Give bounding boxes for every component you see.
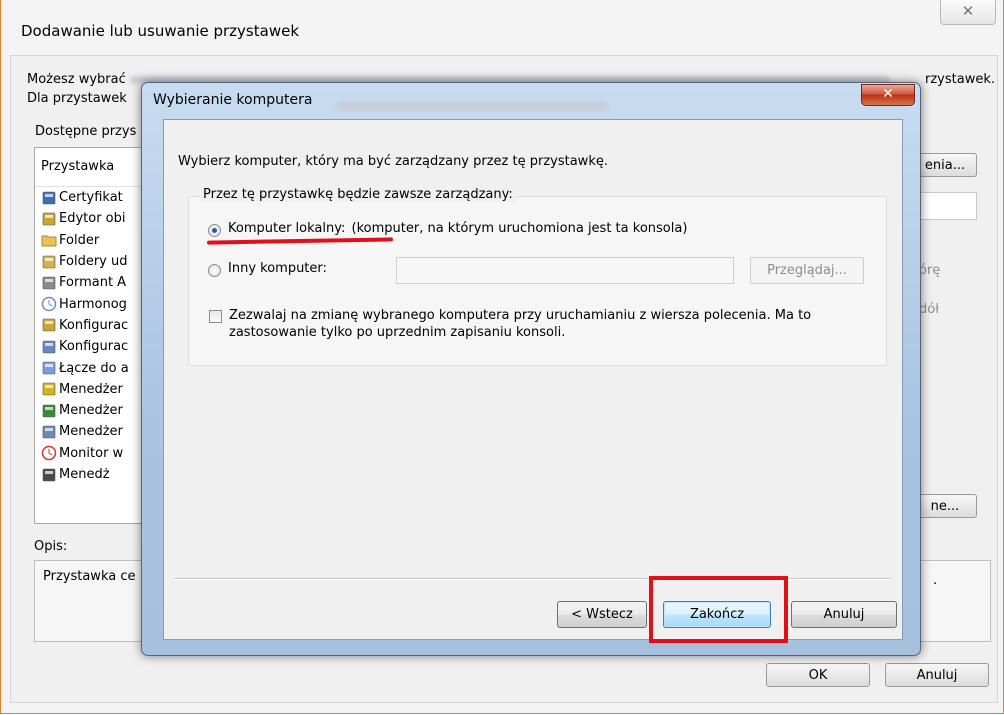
move-down-button[interactable]: dół (919, 302, 939, 317)
editor-icon (41, 211, 57, 227)
intro-line-1: Możesz wybrać (27, 72, 126, 87)
computer-manager-icon (41, 403, 57, 419)
config-analysis-icon (41, 339, 57, 355)
list-item[interactable]: Menedżer (35, 400, 155, 421)
group-legend: Przez tę przystawkę będzie zawsze zarząd… (200, 187, 516, 202)
list-item-label: Harmonog (59, 296, 127, 312)
intro-line-1-tail: rzystawek. (925, 72, 995, 87)
list-item-label: Konfigurac (59, 339, 129, 355)
highlight-box (649, 576, 788, 643)
config-lock-icon (41, 317, 57, 333)
dialog-close-button[interactable]: ✕ (861, 84, 915, 106)
description-label: Opis: (34, 539, 68, 554)
folder-icon (41, 232, 57, 248)
ok-button[interactable]: OK (766, 663, 870, 687)
printer-icon (41, 467, 57, 483)
list-item[interactable]: Łącze do a (35, 357, 155, 378)
local-computer-description: (komputer, na którym uruchomiona jest ta… (351, 221, 688, 236)
list-item[interactable]: Konfigurac (35, 315, 155, 336)
list-item-label: Edytor obi (59, 211, 126, 227)
list-item[interactable]: Harmonog (35, 293, 155, 314)
selected-snapins-list[interactable] (913, 192, 977, 220)
available-snapins-label: Dostępne przys (35, 124, 137, 139)
window-close-button[interactable]: ✕ (940, 0, 996, 25)
list-item[interactable]: Konfigurac (35, 336, 155, 357)
list-item-label: Menedżer (59, 381, 123, 397)
list-item[interactable]: Formant A (35, 272, 155, 293)
other-computer-label[interactable]: Inny komputer: (228, 261, 327, 276)
list-item-label: Menedżer (59, 424, 123, 440)
list-header-snapin[interactable]: Przystawka (35, 148, 155, 187)
allow-change-checkbox[interactable] (209, 310, 222, 323)
local-computer-label[interactable]: Komputer lokalny: (komputer, na którym u… (228, 221, 687, 236)
list-item-label: Certyfikat (59, 190, 123, 206)
activex-icon (41, 275, 57, 291)
edit-extensions-button[interactable]: enia... (913, 153, 977, 177)
dialog-cancel-button[interactable]: Anuluj (791, 601, 897, 628)
description-text: Przystawka ce (43, 569, 136, 584)
monitor-icon (41, 445, 57, 461)
list-item-label: Folder (59, 232, 100, 248)
description-text-tail: . (933, 573, 938, 588)
list-item[interactable]: Foldery ud (35, 251, 155, 272)
list-item[interactable]: Edytor obi (35, 208, 155, 229)
list-item[interactable]: Menedż (35, 464, 155, 485)
list-item-label: Formant A (59, 275, 127, 291)
blurred-title-text (337, 98, 607, 113)
list-item-label: Foldery ud (59, 254, 128, 270)
link-icon (41, 360, 57, 376)
scheduler-icon (41, 296, 57, 312)
device-manager-icon (41, 424, 57, 440)
list-item[interactable]: Menedżer (35, 379, 155, 400)
intro-line-2: Dla przystawek (27, 91, 127, 106)
shared-folders-icon (41, 254, 57, 270)
list-item[interactable]: Menedżer (35, 421, 155, 442)
certificate-icon (41, 190, 57, 206)
dialog-prompt: Wybierz komputer, który ma być zarządzan… (178, 154, 608, 169)
select-computer-dialog: Wybieranie komputera ✕ Wybierz komputer,… (141, 82, 921, 656)
allow-change-label[interactable]: Zezwalaj na zmianę wybranego komputera p… (229, 307, 869, 341)
list-item-label: Menedżer (59, 403, 123, 419)
list-item-label: Konfigurac (59, 317, 129, 333)
other-computer-input[interactable] (396, 257, 734, 284)
list-item[interactable]: Certyfikat (35, 187, 155, 208)
local-computer-label-text: Komputer lokalny: (228, 221, 346, 236)
list-item[interactable]: Folder (35, 230, 155, 251)
list-item-label: Menedż (59, 467, 110, 482)
dialog-client: Wybierz komputer, który ma być zarządzan… (163, 119, 903, 640)
authorization-manager-icon (41, 381, 57, 397)
available-snapins-list[interactable]: Przystawka Certyfikat Edytor obi Folder Fol… (34, 147, 156, 524)
move-up-button[interactable]: órę (919, 263, 940, 278)
parent-cancel-button[interactable]: Anuluj (885, 663, 989, 687)
other-computer-radio[interactable] (208, 264, 221, 277)
dialog-title: Wybieranie komputera (153, 92, 313, 108)
local-computer-radio[interactable] (208, 224, 221, 237)
back-button[interactable]: < Wstecz (557, 601, 647, 628)
advanced-button[interactable]: ne... (913, 494, 977, 518)
list-item-label: Łącze do a (59, 360, 129, 376)
list-item-label: Monitor w (59, 445, 124, 461)
window-title: Dodawanie lub usuwanie przystawek (21, 22, 300, 40)
browse-button[interactable]: Przeglądaj... (750, 257, 864, 284)
list-item[interactable]: Monitor w (35, 443, 155, 464)
